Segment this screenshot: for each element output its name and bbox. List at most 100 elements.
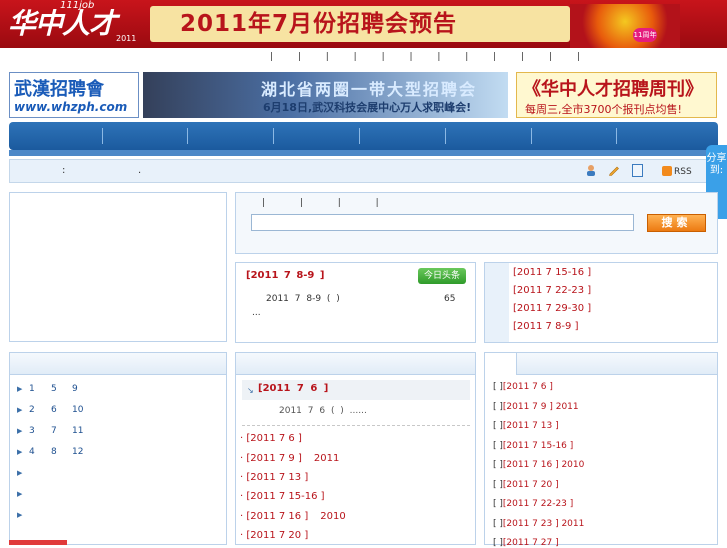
- list-item[interactable]: [ ][2011 7 6 ]: [493, 382, 553, 392]
- list-item[interactable]: [ ][2011 7 13 ]: [493, 421, 559, 431]
- list-item[interactable]: [ ][2011 7 23 ] 2011: [493, 519, 584, 529]
- bottom-banner-strip: [9, 540, 67, 545]
- event-link[interactable]: [2011 7 8-9 ]: [513, 321, 578, 332]
- list-item-label[interactable]: [2011 7 16 ]: [503, 460, 559, 470]
- list-item[interactable]: [ ][2011 7 27 ]: [493, 538, 559, 548]
- top-banner[interactable]: 华中人才 111job 2011 2011年7月份招聘会预告 11周年: [0, 0, 727, 48]
- panel-header: [485, 353, 717, 375]
- event-link[interactable]: [2011 7 22-23 ]: [513, 285, 591, 296]
- category-link[interactable]: 4: [29, 447, 35, 457]
- arrow-icon: ▶: [17, 406, 23, 414]
- category-link[interactable]: 8: [51, 447, 57, 457]
- nav-separator: [102, 128, 103, 144]
- list-item-extra: 2010: [320, 511, 346, 522]
- arrow-icon: ▶: [17, 511, 23, 519]
- nav-separator: [273, 128, 274, 144]
- list-item-label[interactable]: · [2011 7 9 ]: [240, 453, 302, 464]
- featured-description: 2011 7 6 ( ) ......: [279, 406, 367, 416]
- list-item-bracket: [ ]: [493, 519, 503, 529]
- ad-weekly-title: 《华中人才招聘周刊》: [523, 79, 703, 100]
- list-item-label[interactable]: [2011 7 9 ]: [503, 402, 553, 412]
- list-item[interactable]: · [2011 7 9 ] 2011: [240, 453, 339, 464]
- top-links[interactable]: | | | | | | | | | | | |: [270, 52, 591, 62]
- list-item-bracket: [ ]: [493, 382, 503, 392]
- category-link[interactable]: 10: [72, 405, 83, 415]
- info-colon: :: [62, 165, 66, 176]
- news-count: 65: [444, 294, 456, 304]
- list-item-label[interactable]: [2011 7 22-23 ]: [503, 499, 573, 509]
- event-link[interactable]: [2011 7 15-16 ]: [513, 267, 591, 278]
- ad-job-fair[interactable]: 湖北省两圈一带大型招聘会 6月18日,武汉科技会展中心万人求职峰会!: [143, 72, 508, 118]
- list-item-label[interactable]: · [2011 7 6 ]: [240, 433, 302, 444]
- category-link[interactable]: 12: [72, 447, 83, 457]
- category-panel: [9, 352, 227, 545]
- main-nav[interactable]: [9, 122, 718, 150]
- list-item[interactable]: [ ][2011 7 9 ] 2011: [493, 402, 579, 412]
- list-item-label[interactable]: · [2011 7 15-16 ]: [240, 491, 325, 502]
- category-link[interactable]: 11: [72, 426, 83, 436]
- list-item-extra: 2011: [555, 402, 579, 412]
- category-link[interactable]: 9: [72, 384, 78, 394]
- banner-headline[interactable]: 2011年7月份招聘会预告: [180, 6, 457, 42]
- category-link[interactable]: 5: [51, 384, 57, 394]
- news-more[interactable]: ...: [252, 308, 261, 318]
- list-item-label[interactable]: [2011 7 15-16 ]: [503, 441, 573, 451]
- document-icon[interactable]: [632, 164, 643, 177]
- events-strip: [485, 263, 509, 342]
- category-link[interactable]: 6: [51, 405, 57, 415]
- list-item[interactable]: [ ][2011 7 15-16 ]: [493, 441, 573, 451]
- list-item[interactable]: [ ][2011 7 20 ]: [493, 480, 559, 490]
- list-item-label[interactable]: [2011 7 23 ]: [503, 519, 559, 529]
- panel-tab[interactable]: [485, 353, 517, 375]
- search-input[interactable]: [251, 214, 634, 231]
- list-item-label[interactable]: · [2011 7 16 ]: [240, 511, 308, 522]
- category-link[interactable]: 2: [29, 405, 35, 415]
- list-item-label[interactable]: · [2011 7 20 ]: [240, 530, 308, 541]
- list-item[interactable]: · [2011 7 6 ]: [240, 433, 314, 444]
- user-icon[interactable]: [585, 164, 597, 176]
- rss-link[interactable]: RSS: [674, 167, 692, 177]
- nav-separator: [616, 128, 617, 144]
- sub-nav: [9, 150, 718, 156]
- ad-whzph[interactable]: 武漢招聘會 www.whzph.com: [9, 72, 139, 118]
- list-item[interactable]: [ ][2011 7 22-23 ]: [493, 499, 573, 509]
- arrow-icon: ▶: [17, 427, 23, 435]
- list-item-bracket: [ ]: [493, 402, 503, 412]
- news-summary: 2011 7 8-9 ( ): [266, 294, 340, 304]
- nav-separator: [359, 128, 360, 144]
- nav-separator: [531, 128, 532, 144]
- info-dot: .: [138, 165, 142, 176]
- rss-icon[interactable]: [662, 166, 672, 176]
- list-item-label[interactable]: [2011 7 20 ]: [503, 480, 559, 490]
- list-item[interactable]: · [2011 7 13 ]: [240, 472, 320, 483]
- search-button[interactable]: 搜索: [647, 214, 706, 232]
- list-item[interactable]: · [2011 7 16 ] 2010: [240, 511, 346, 522]
- list-item-bracket: [ ]: [493, 441, 503, 451]
- arrow-icon: ▶: [17, 490, 23, 498]
- list-item-label[interactable]: [2011 7 6 ]: [503, 382, 553, 392]
- list-item-bracket: [ ]: [493, 460, 503, 470]
- list-item-label[interactable]: [2011 7 27 ]: [503, 538, 559, 548]
- ad-fair-title: 湖北省两圈一带大型招聘会: [261, 80, 478, 99]
- panel-header: [10, 353, 226, 375]
- arrow-icon: ▶: [17, 469, 23, 477]
- list-item[interactable]: [ ][2011 7 16 ] 2010: [493, 460, 584, 470]
- ad-whzph-url: www.whzph.com: [14, 100, 128, 114]
- list-item-extra: 2011: [313, 453, 340, 464]
- search-tabs[interactable]: | | | |: [262, 198, 395, 208]
- ad-whzph-title: 武漢招聘會: [14, 79, 104, 100]
- category-link[interactable]: 7: [51, 426, 57, 436]
- divider: [242, 425, 470, 426]
- ad-weekly-magazine[interactable]: 《华中人才招聘周刊》 每周三,全市3700个报刊点均售!: [516, 72, 717, 118]
- list-item-label[interactable]: [2011 7 13 ]: [503, 421, 559, 431]
- list-item-bracket: [ ]: [493, 480, 503, 490]
- featured-title[interactable]: [2011 7 6 ]: [258, 383, 328, 394]
- list-item[interactable]: · [2011 7 15-16 ]: [240, 491, 337, 502]
- list-item-label[interactable]: · [2011 7 13 ]: [240, 472, 308, 483]
- list-item[interactable]: · [2011 7 20 ]: [240, 530, 320, 541]
- event-link[interactable]: [2011 7 29-30 ]: [513, 303, 591, 314]
- category-link[interactable]: 1: [29, 384, 35, 394]
- news-headline[interactable]: [2011 7 8-9 ]: [246, 270, 324, 281]
- category-link[interactable]: 3: [29, 426, 35, 436]
- pencil-icon[interactable]: [608, 164, 620, 176]
